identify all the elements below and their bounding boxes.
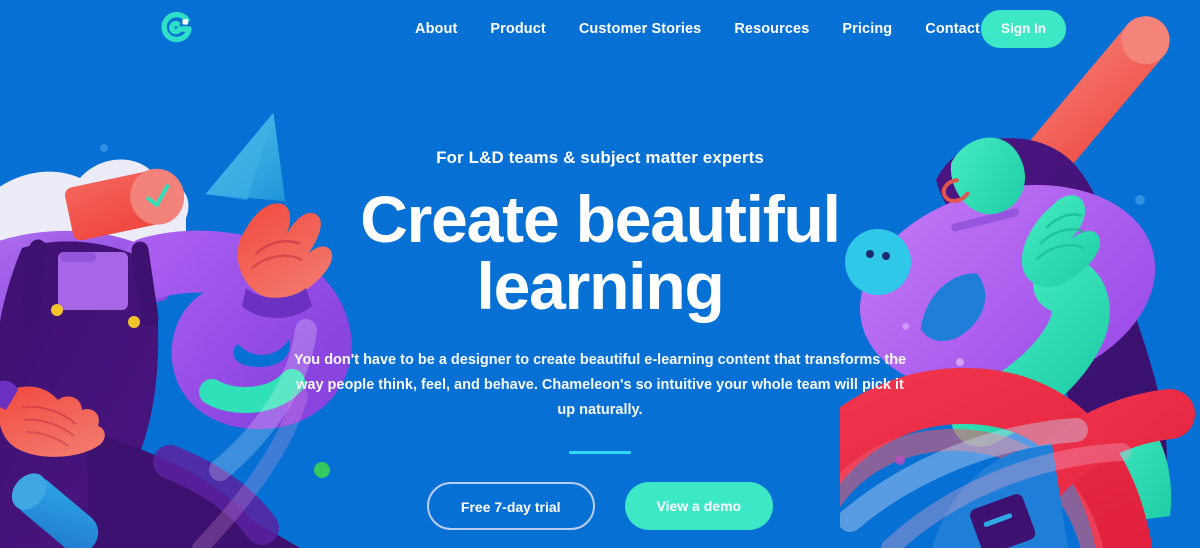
nav-item-resources[interactable]: Resources bbox=[734, 20, 809, 38]
nav-item-about[interactable]: About bbox=[415, 20, 457, 38]
nav-item-customer-stories[interactable]: Customer Stories bbox=[579, 20, 701, 38]
headline-line-1: Create beautiful bbox=[360, 182, 841, 256]
logo[interactable] bbox=[155, 7, 199, 51]
hero-content: For L&D teams & subject matter experts C… bbox=[270, 148, 930, 531]
hero-section: About Product Customer Stories Resources… bbox=[0, 0, 1200, 548]
free-trial-button[interactable]: Free 7-day trial bbox=[426, 482, 595, 531]
nav-item-contact[interactable]: Contact bbox=[925, 20, 980, 38]
hero-cta-group: Free 7-day trial View a demo bbox=[270, 482, 930, 531]
hero-headline: Create beautiful learning bbox=[270, 185, 930, 324]
main-navbar: About Product Customer Stories Resources… bbox=[0, 0, 1200, 58]
nav-links: About Product Customer Stories Resources… bbox=[415, 20, 980, 38]
nav-item-product[interactable]: Product bbox=[490, 20, 545, 38]
sign-in-button[interactable]: Sign In bbox=[981, 10, 1066, 48]
view-demo-button[interactable]: View a demo bbox=[624, 482, 774, 531]
nav-item-pricing[interactable]: Pricing bbox=[842, 20, 892, 38]
hero-divider bbox=[569, 451, 631, 455]
hero-subtext: You don't have to be a designer to creat… bbox=[293, 351, 907, 418]
headline-line-2: learning bbox=[476, 249, 724, 324]
hero-eyebrow: For L&D teams & subject matter experts bbox=[436, 148, 764, 167]
chameleon-c-logo-icon bbox=[161, 11, 192, 43]
